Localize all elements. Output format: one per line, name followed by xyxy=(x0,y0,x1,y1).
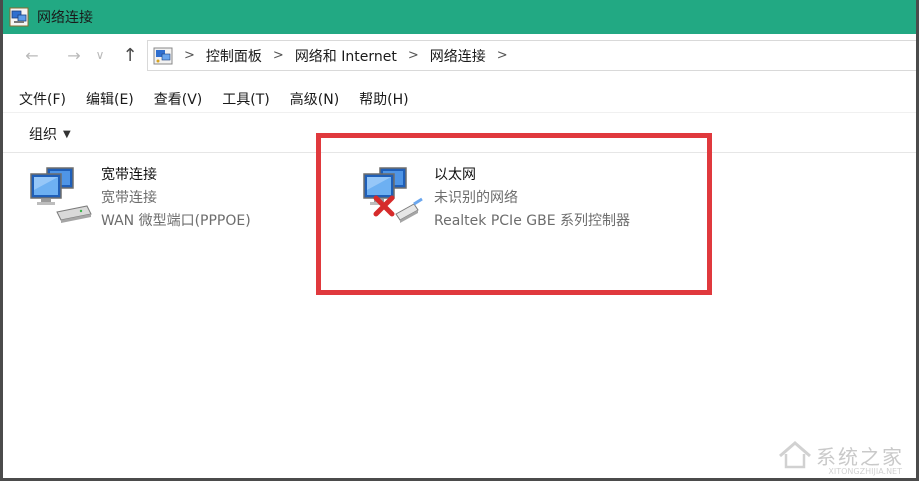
breadcrumb-network-connections[interactable]: 网络连接 xyxy=(430,46,486,66)
organize-button[interactable]: 组织 ▼ xyxy=(29,124,71,144)
network-connections-app-icon xyxy=(9,7,29,27)
watermark-text: 系统之家 xyxy=(816,444,904,469)
up-button[interactable]: ↑ xyxy=(118,43,142,67)
menu-file[interactable]: 文件(F) xyxy=(19,89,66,109)
back-button[interactable]: ← xyxy=(20,43,44,67)
watermark-subtext: XITONGZHIJIA.NET xyxy=(828,467,902,476)
menu-view[interactable]: 查看(V) xyxy=(154,89,203,109)
control-panel-icon xyxy=(153,47,173,64)
watermark: 系统之家 XITONGZHIJIA.NET xyxy=(778,440,904,476)
window-title: 网络连接 xyxy=(37,10,93,26)
breadcrumb-separator[interactable]: > xyxy=(497,48,508,63)
broadband-connection-icon xyxy=(30,167,92,223)
title-bar: 网络连接 xyxy=(3,0,916,34)
organize-label: 组织 xyxy=(29,127,57,143)
menu-help[interactable]: 帮助(H) xyxy=(359,89,408,109)
breadcrumb-separator[interactable]: > xyxy=(273,48,284,63)
menu-tools[interactable]: 工具(T) xyxy=(222,89,269,109)
connection-status: 宽带连接 xyxy=(101,190,157,206)
menu-edit[interactable]: 编辑(E) xyxy=(86,89,134,109)
address-bar[interactable]: > 控制面板 > 网络和 Internet > 网络连接 > xyxy=(147,40,916,71)
menu-advanced[interactable]: 高级(N) xyxy=(290,89,339,109)
connection-texts: 宽带连接 宽带连接 WAN 微型端口(PPPOE) xyxy=(101,164,251,233)
watermark-logo-icon xyxy=(779,441,811,469)
breadcrumb-separator[interactable]: > xyxy=(408,48,419,63)
forward-button[interactable]: → xyxy=(62,43,86,67)
connection-item-broadband[interactable]: 宽带连接 宽带连接 WAN 微型端口(PPPOE) xyxy=(29,164,251,233)
connection-name: 宽带连接 xyxy=(101,167,157,183)
breadcrumb-network-internet[interactable]: 网络和 Internet xyxy=(295,46,397,66)
address-row: ← → ∨ ↑ > 控制面板 > 网络和 Internet > 网络连接 > xyxy=(3,34,916,76)
connection-device: WAN 微型端口(PPPOE) xyxy=(101,213,251,229)
menu-bar: 文件(F) 编辑(E) 查看(V) 工具(T) 高级(N) 帮助(H) xyxy=(3,85,916,113)
breadcrumb-control-panel[interactable]: 控制面板 xyxy=(206,46,262,66)
recent-locations-button[interactable]: ∨ xyxy=(88,43,112,67)
breadcrumb-separator: > xyxy=(184,48,195,63)
highlight-box xyxy=(316,133,712,295)
window: 网络连接 ← → ∨ ↑ > 控制面板 > 网络和 Internet > 网络连… xyxy=(0,0,919,481)
chevron-down-icon: ▼ xyxy=(63,128,71,140)
